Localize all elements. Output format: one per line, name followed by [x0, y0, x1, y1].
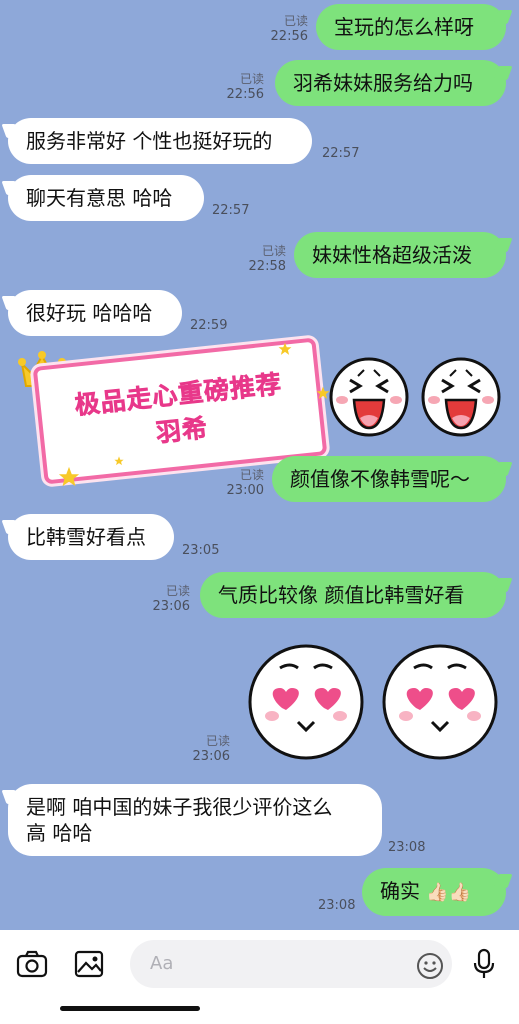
message-text: 聊天有意思 哈哈 [26, 186, 173, 210]
timestamp: 22:59 [190, 318, 228, 333]
timestamp: 22:56 [270, 29, 308, 44]
sticker-subtitle: 羽希 [154, 413, 210, 448]
read-receipt: 已读 [261, 244, 286, 258]
star-icon [58, 466, 80, 487]
message-meta: 已读 22:56 [218, 72, 264, 102]
message-text: 很好玩 哈哈哈 [26, 301, 153, 325]
timestamp: 22:57 [322, 146, 360, 161]
timestamp: 23:00 [226, 483, 264, 498]
message-meta: 已读 22:58 [240, 244, 286, 274]
laughing-face-icon [329, 357, 409, 437]
timestamp: 23:08 [388, 840, 426, 855]
message-meta: 已读 23:00 [218, 468, 264, 498]
message-bubble-outgoing[interactable]: 颜值像不像韩雪呢～ [272, 456, 506, 502]
message-bubble-outgoing[interactable]: 羽希妹妹服务给力吗 [275, 60, 506, 106]
home-indicator [60, 1006, 200, 1011]
thumbs-up-icon: 👍🏻👍🏻 [426, 881, 472, 903]
message-text: 妹妹性格超级活泼 [312, 243, 472, 267]
heart-eyes-face-icon[interactable] [380, 642, 500, 762]
message-bubble-incoming[interactable]: 很好玩 哈哈哈 [8, 290, 182, 336]
timestamp: 23:08 [318, 898, 356, 913]
message-text-line: 高 哈哈 [26, 821, 93, 845]
laughing-face-icon [421, 357, 501, 437]
timestamp: 22:56 [226, 87, 264, 102]
message-bubble-outgoing[interactable]: 确实 👍🏻👍🏻 [362, 868, 506, 916]
chat-area[interactable]: 已读 22:56 宝玩的怎么样呀 已读 22:56 羽希妹妹服务给力吗 服务非常… [0, 0, 519, 930]
message-meta: 已读 23:06 [184, 734, 230, 764]
read-receipt: 已读 [239, 72, 264, 86]
message-bubble-incoming[interactable]: 聊天有意思 哈哈 [8, 175, 204, 221]
message-text: 羽希妹妹服务给力吗 [293, 71, 473, 95]
timestamp: 23:05 [182, 543, 220, 558]
message-bubble-outgoing[interactable]: 宝玩的怎么样呀 [316, 4, 506, 50]
message-text: 宝玩的怎么样呀 [334, 15, 474, 39]
message-text-line: 是啊 咱中国的妹子我很少评价这么 [26, 795, 333, 819]
message-bubble-incoming[interactable]: 是啊 咱中国的妹子我很少评价这么 高 哈哈 [8, 784, 382, 856]
timestamp: 23:06 [192, 749, 230, 764]
read-receipt: 已读 [165, 584, 190, 598]
message-text: 服务非常好 个性也挺好玩的 [26, 129, 273, 153]
message-text: 气质比较像 颜值比韩雪好看 [218, 583, 465, 607]
image-icon[interactable] [74, 950, 104, 978]
message-input-placeholder: Aa [150, 953, 174, 974]
read-receipt: 已读 [283, 14, 308, 28]
read-receipt: 已读 [239, 468, 264, 482]
message-bubble-outgoing[interactable]: 妹妹性格超级活泼 [294, 232, 506, 278]
star-icon [278, 342, 292, 355]
smiley-icon[interactable] [416, 952, 444, 980]
message-text: 确实 [380, 879, 420, 903]
message-input[interactable] [130, 940, 452, 988]
camera-icon[interactable] [16, 950, 48, 978]
timestamp: 22:57 [212, 203, 250, 218]
message-meta: 已读 22:56 [262, 14, 308, 44]
heart-eyes-face-icon[interactable] [246, 642, 366, 762]
message-bubble-outgoing[interactable]: 气质比较像 颜值比韩雪好看 [200, 572, 506, 618]
timestamp: 22:58 [248, 259, 286, 274]
star-icon [114, 456, 124, 466]
message-text: 颜值像不像韩雪呢～ [290, 467, 470, 491]
message-bubble-incoming[interactable]: 服务非常好 个性也挺好玩的 [8, 118, 312, 164]
read-receipt: 已读 [205, 734, 230, 748]
microphone-icon[interactable] [472, 948, 496, 980]
message-meta: 已读 23:06 [144, 584, 190, 614]
message-text: 比韩雪好看点 [26, 525, 146, 549]
timestamp: 23:06 [152, 599, 190, 614]
message-bubble-incoming[interactable]: 比韩雪好看点 [8, 514, 174, 560]
